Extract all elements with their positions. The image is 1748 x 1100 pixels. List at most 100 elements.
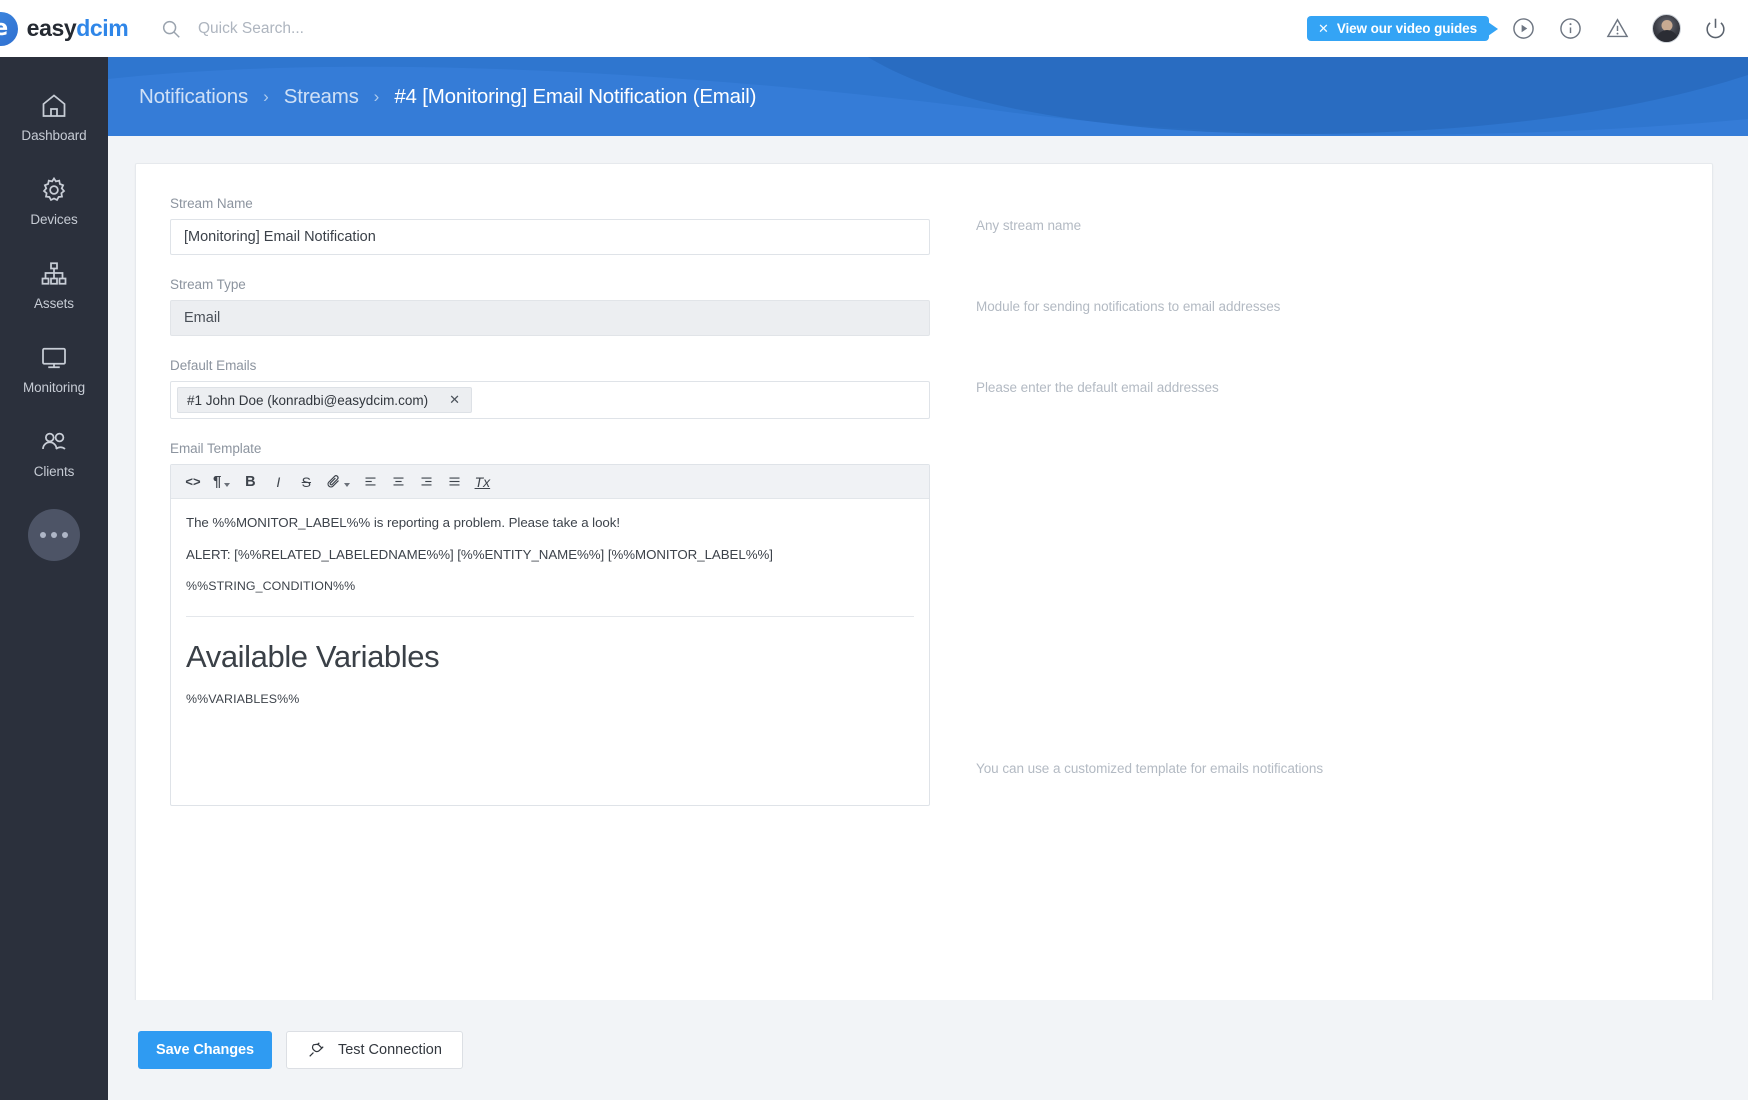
email-template-hint: You can use a customized template for em… [976, 761, 1324, 776]
divider [186, 615, 914, 617]
stream-type-input [170, 300, 930, 336]
align-left-shape [365, 477, 376, 486]
breadcrumb: Notifications › Streams › #4 [Monitoring… [108, 57, 1748, 136]
stream-form: Stream Name Any stream name Stream Type … [136, 164, 1712, 806]
bold-icon[interactable]: B [236, 465, 264, 499]
breadcrumb-item-current: #4 [Monitoring] Email Notification (Emai… [394, 84, 757, 108]
sidebar-item-assets[interactable]: Assets [0, 243, 108, 327]
bold-glyph: B [245, 473, 256, 490]
template-line-4: %%VARIABLES%% [186, 691, 300, 706]
stream-name-label: Stream Name [170, 196, 253, 211]
stream-name-input[interactable] [170, 219, 930, 255]
editor-content[interactable]: The %%MONITOR_LABEL%% is reporting a pro… [171, 499, 929, 805]
sidebar-item-label: Devices [30, 212, 78, 227]
main-content: Stream Name Any stream name Stream Type … [108, 136, 1748, 1100]
email-template-label: Email Template [170, 441, 262, 456]
clear-format-glyph: Tx [474, 473, 491, 490]
align-right-shape [421, 477, 432, 486]
page-header-banner: Notifications › Streams › #4 [Monitoring… [108, 57, 1748, 136]
field-stream-type: Stream Type Module for sending notificat… [170, 277, 1678, 336]
field-email-template: Email Template <> ¶ B I S Tx The %%MONIT… [170, 441, 1678, 806]
brand-text: easydcim [27, 15, 129, 42]
stream-type-hint: Module for sending notifications to emai… [976, 299, 1281, 314]
template-line-2: ALERT: [%%RELATED_LABELEDNAME%%] [%%ENTI… [186, 547, 773, 563]
template-heading: Available Variables [186, 638, 440, 674]
warning-icon[interactable] [1605, 16, 1630, 41]
italic-glyph: I [276, 473, 281, 490]
avatar[interactable] [1652, 14, 1681, 43]
sidebar-item-label: Monitoring [22, 380, 86, 395]
paragraph-glyph: ¶ [213, 473, 222, 490]
default-emails-label: Default Emails [170, 358, 257, 373]
brand-text-dcim: dcim [76, 15, 129, 41]
sidebar: Dashboard Devices Assets Monitoring Clie… [0, 57, 108, 1100]
close-icon[interactable]: ✕ [1318, 21, 1329, 37]
video-guides-label: View our video guides [1336, 21, 1477, 36]
logo-letter: e [0, 15, 9, 41]
gear-icon [42, 176, 66, 202]
monitor-icon [42, 347, 66, 369]
code-icon[interactable]: <> [179, 465, 207, 499]
play-circle-icon[interactable] [1511, 16, 1536, 41]
chevron-down-icon [224, 483, 231, 487]
align-justify-shape [449, 477, 460, 486]
power-icon[interactable] [1703, 16, 1728, 41]
stream-settings-card: Stream Name Any stream name Stream Type … [135, 163, 1713, 1036]
align-justify-icon[interactable] [440, 465, 468, 499]
sitemap-icon [41, 262, 67, 285]
email-template-editor[interactable]: <> ¶ B I S Tx The %%MONITOR_LABEL%% is r… [170, 464, 930, 806]
paperclip-shape [327, 475, 340, 488]
dot-icon [62, 532, 68, 538]
easydcim-logo-icon: e [0, 11, 18, 46]
align-center-shape [393, 477, 404, 486]
paragraph-icon[interactable]: ¶ [207, 465, 236, 499]
search-input[interactable] [196, 18, 516, 39]
sidebar-item-dashboard[interactable]: Dashboard [0, 75, 108, 159]
link-icon[interactable] [320, 465, 356, 499]
template-line-3: %%STRING_CONDITION%% [186, 578, 356, 593]
chevron-right-icon: › [263, 86, 269, 106]
default-emails-tokenfield[interactable]: #1 John Doe (konradbi@easydcim.com) ✕ [170, 381, 930, 419]
save-changes-button[interactable]: Save Changes [138, 1031, 272, 1069]
dot-icon [51, 532, 57, 538]
editor-toolbar: <> ¶ B I S Tx [171, 465, 929, 499]
field-stream-name: Stream Name Any stream name [170, 196, 1678, 255]
email-token[interactable]: #1 John Doe (konradbi@easydcim.com) ✕ [177, 387, 472, 413]
strikethrough-icon[interactable]: S [292, 465, 320, 499]
brand-text-easy: easy [26, 15, 77, 41]
test-connection-button[interactable]: Test Connection [285, 1031, 463, 1069]
top-bar-actions: ✕ View our video guides [1307, 14, 1748, 43]
template-line-1: The %%MONITOR_LABEL%% is reporting a pro… [186, 515, 621, 530]
search-icon [162, 20, 180, 38]
clear-format-icon[interactable]: Tx [468, 465, 496, 499]
info-icon[interactable] [1558, 16, 1583, 41]
sidebar-item-label: Dashboard [21, 128, 87, 143]
dot-icon [40, 532, 46, 538]
align-left-icon[interactable] [356, 465, 384, 499]
strikethrough-glyph: S [301, 473, 312, 490]
top-bar: e easydcim ✕ View our video guides [0, 0, 1748, 57]
chevron-down-icon [344, 483, 351, 487]
sidebar-item-clients[interactable]: Clients [0, 411, 108, 495]
users-icon [42, 432, 66, 450]
quick-search[interactable] [160, 18, 516, 40]
test-connection-label: Test Connection [337, 1042, 442, 1058]
italic-icon[interactable]: I [264, 465, 292, 499]
chevron-right-icon: › [373, 86, 380, 106]
remove-token-icon[interactable]: ✕ [439, 392, 469, 408]
sidebar-item-label: Assets [34, 296, 74, 311]
brand-logo[interactable]: e easydcim [0, 0, 129, 57]
align-center-icon[interactable] [384, 465, 412, 499]
field-default-emails: Default Emails #1 John Doe (konradbi@eas… [170, 358, 1678, 419]
home-icon [42, 94, 66, 117]
email-token-label: #1 John Doe (konradbi@easydcim.com) [187, 392, 429, 408]
sidebar-item-devices[interactable]: Devices [0, 159, 108, 243]
form-actions: Save Changes Test Connection [108, 1000, 1748, 1100]
align-right-icon[interactable] [412, 465, 440, 499]
breadcrumb-item-notifications[interactable]: Notifications [139, 85, 248, 109]
video-guides-banner[interactable]: ✕ View our video guides [1307, 16, 1489, 41]
sidebar-more-button[interactable] [28, 509, 80, 561]
sidebar-item-monitoring[interactable]: Monitoring [0, 327, 108, 411]
stream-name-hint: Any stream name [976, 218, 1082, 233]
breadcrumb-item-streams[interactable]: Streams [284, 85, 359, 109]
